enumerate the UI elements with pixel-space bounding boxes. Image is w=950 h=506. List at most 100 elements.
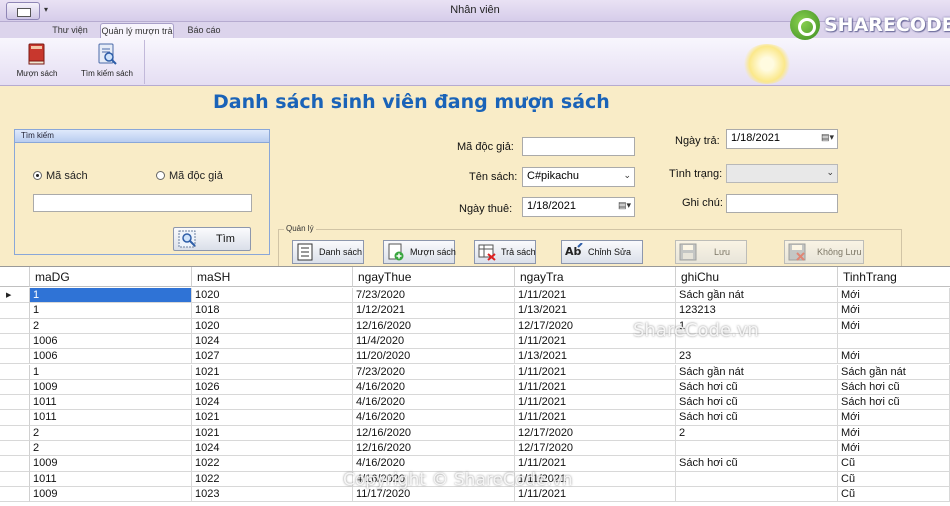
table-cell[interactable]: 1 [30,364,192,380]
table-cell[interactable]: 1011 [30,395,192,411]
row-header[interactable] [0,303,30,319]
chevron-down-icon[interactable]: ⌄ [623,170,631,181]
muon-sach-button[interactable]: Mượn sách [383,240,456,264]
row-header[interactable] [0,486,30,503]
table-cell[interactable]: 1024 [192,333,353,350]
table-row[interactable]: ▶ 1 1020 7/23/2020 1/11/2021 Sách gần nát Mới [0,288,950,304]
table-row[interactable]: 2 1020 12/16/2020 12/17/2020 1 Mới [0,318,950,334]
table-row[interactable]: 1009 1026 4/16/2020 1/11/2021 Sách hơi cũ Sác… [0,379,950,396]
row-header[interactable] [0,349,30,365]
table-cell[interactable]: 4/16/2020 [353,395,515,411]
table-cell[interactable]: 12/16/2020 [353,425,515,441]
chevron-down-icon[interactable]: ⌄ [826,167,834,178]
table-cell[interactable]: 1018 [192,303,353,319]
table-cell[interactable]: Sách hơi cũ [676,395,838,411]
table-cell[interactable]: 7/23/2020 [353,288,515,304]
table-cell[interactable]: 1020 [192,288,353,304]
luu-button[interactable]: Lưu [675,240,747,264]
table-row[interactable]: 2 1021 12/16/2020 12/17/2020 2 Mới [0,425,950,441]
table-cell[interactable]: 11/20/2020 [353,349,515,365]
table-cell[interactable]: Cũ [838,456,950,472]
ngay-tra-picker[interactable]: 1/18/2021 ▤▾ [726,129,838,149]
table-cell[interactable]: Mới [838,410,950,426]
table-cell[interactable]: 7/23/2020 [353,364,515,380]
table-row[interactable]: 1006 1027 11/20/2020 1/13/2021 23 Mới [0,349,950,365]
table-row[interactable]: 1011 1024 4/16/2020 1/11/2021 Sách hơi cũ Sác… [0,395,950,411]
table-cell[interactable]: 1/12/2021 [353,303,515,319]
table-cell[interactable]: 2 [676,425,838,441]
tab-quan-ly-muon-tra[interactable]: Quản lý mượn trả [100,23,174,38]
table-cell[interactable]: 1023 [192,486,353,503]
table-cell[interactable]: 1/11/2021 [515,288,676,304]
table-cell[interactable]: 1022 [192,456,353,472]
tab-bao-cao[interactable]: Báo cáo [184,23,224,38]
ngay-thue-picker[interactable]: 1/18/2021 ▤▾ [522,197,635,217]
table-cell[interactable]: Sách hơi cũ [676,379,838,396]
row-header[interactable]: ▶ [0,288,30,304]
table-cell[interactable] [676,471,838,487]
chinh-sua-button[interactable]: Ab Chỉnh Sửa [561,240,643,264]
table-cell[interactable]: 2 [30,318,192,334]
table-cell[interactable]: Sách hơi cũ [676,410,838,426]
table-cell[interactable]: 1027 [192,349,353,365]
danh-sach-button[interactable]: Danh sách [292,240,364,264]
table-cell[interactable]: Mới [838,441,950,457]
row-header[interactable] [0,425,30,441]
table-cell[interactable]: 1011 [30,471,192,487]
table-cell[interactable]: Sách gần nát [676,288,838,304]
table-cell[interactable]: 1021 [192,410,353,426]
table-cell[interactable]: 1009 [30,486,192,503]
row-header[interactable] [0,456,30,472]
table-cell[interactable]: 1 [30,288,192,304]
row-header[interactable] [0,441,30,457]
tab-thu-vien[interactable]: Thư viện [50,23,90,38]
table-cell[interactable]: 1/11/2021 [515,364,676,380]
column-header-mash[interactable]: maSH [192,267,353,287]
table-cell[interactable]: Sách gần nát [676,364,838,380]
table-row[interactable]: 2 1024 12/16/2020 12/17/2020 Mới [0,441,950,457]
table-cell[interactable]: 1/11/2021 [515,410,676,426]
table-cell[interactable]: Cũ [838,486,950,503]
column-header-ngaytra[interactable]: ngayTra [515,267,676,287]
table-cell[interactable]: 12/16/2020 [353,318,515,334]
table-cell[interactable]: 1024 [192,441,353,457]
table-cell[interactable] [676,486,838,503]
radio-ma-doc-gia[interactable]: Mã độc giả [156,170,223,182]
calendar-icon[interactable]: ▤▾ [821,132,834,143]
table-cell[interactable]: 1006 [30,333,192,350]
ma-doc-gia-input[interactable] [522,137,635,156]
table-row[interactable]: 1 1021 7/23/2020 1/11/2021 Sách gần nát Sách … [0,364,950,380]
table-row[interactable]: 1011 1021 4/16/2020 1/11/2021 Sách hơi cũ Mới [0,410,950,426]
table-cell[interactable]: 1 [30,303,192,319]
table-row[interactable]: 1 1018 1/12/2021 1/13/2021 123213 Mới [0,303,950,319]
tra-sach-button[interactable]: Trả sách [474,240,536,264]
table-cell[interactable]: 4/16/2020 [353,379,515,396]
table-cell[interactable]: 11/4/2020 [353,333,515,350]
table-cell[interactable]: Mới [838,288,950,304]
table-cell[interactable]: Mới [838,349,950,365]
table-cell[interactable]: 1026 [192,379,353,396]
table-cell[interactable]: 1/13/2021 [515,349,676,365]
table-cell[interactable]: Cũ [838,471,950,487]
radio-ma-sach[interactable]: Mã sách [33,170,88,182]
table-cell[interactable]: 1/11/2021 [515,395,676,411]
table-cell[interactable]: Mới [838,303,950,319]
table-cell[interactable]: 23 [676,349,838,365]
table-cell[interactable]: 4/16/2020 [353,410,515,426]
table-cell[interactable]: 1020 [192,318,353,334]
table-cell[interactable]: Mới [838,425,950,441]
row-header[interactable] [0,471,30,487]
table-cell[interactable]: 2 [30,425,192,441]
table-cell[interactable]: Sách hơi cũ [838,395,950,411]
table-cell[interactable]: 1/13/2021 [515,303,676,319]
table-cell[interactable]: 1/11/2021 [515,379,676,396]
ghi-chu-input[interactable] [726,194,838,213]
row-header[interactable] [0,379,30,396]
table-cell[interactable]: 123213 [676,303,838,319]
search-button[interactable]: Tìm [173,227,251,251]
column-header-tinhtrang[interactable]: TinhTrang [838,267,950,287]
table-cell[interactable] [676,441,838,457]
row-header[interactable] [0,364,30,380]
table-cell[interactable]: 1024 [192,395,353,411]
row-header[interactable] [0,318,30,334]
